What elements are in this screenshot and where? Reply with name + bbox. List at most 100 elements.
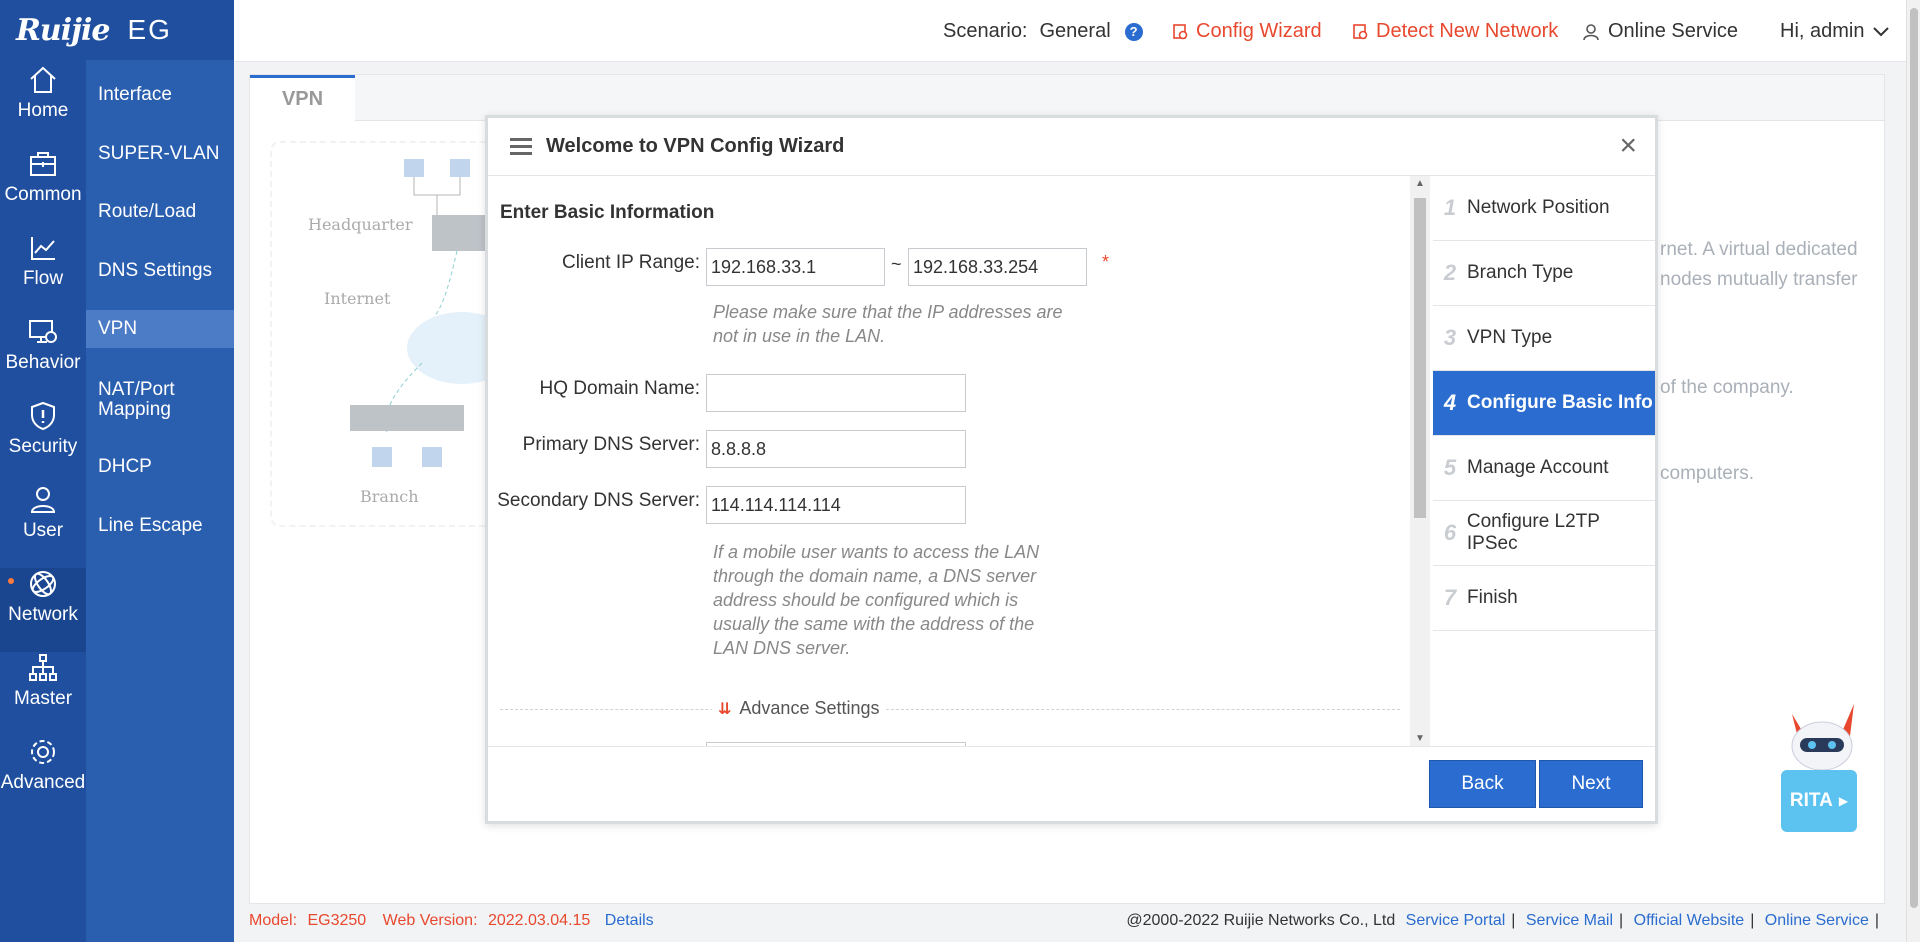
step-configure-basic-info[interactable]: 4 Configure Basic Info [1433, 371, 1655, 436]
top-bar: Scenario: General ? Config Wizard Detect… [234, 0, 1906, 62]
step-finish[interactable]: 7 Finish [1433, 566, 1655, 631]
subnav-item-nat-port-mapping[interactable]: NAT/Port Mapping [86, 378, 206, 422]
official-website-link[interactable]: Official Website [1634, 912, 1745, 929]
service-portal-link[interactable]: Service Portal [1406, 912, 1506, 929]
step-number: 5 [1443, 455, 1457, 480]
dialog-title: Welcome to VPN Config Wizard [546, 135, 845, 157]
bg-description-line: of the company. [1660, 377, 1794, 398]
help-icon[interactable]: ? [1124, 22, 1143, 41]
back-button[interactable]: Back [1429, 760, 1536, 808]
subnav-item-line-escape[interactable]: Line Escape [86, 507, 234, 545]
rail-item-master[interactable]: Master [0, 652, 86, 736]
hq-domain-name-input[interactable] [706, 374, 966, 412]
rail-label: Behavior [5, 352, 81, 373]
advance-settings-toggle[interactable]: ⇊ Advance Settings [500, 698, 1400, 722]
hq-domain-name-label: HQ Domain Name: [539, 378, 701, 399]
scroll-up-arrow-icon[interactable]: ▲ [1415, 178, 1425, 189]
details-link[interactable]: Details [605, 912, 654, 929]
product-name: EG [127, 14, 172, 45]
model-value: EG3250 [307, 912, 367, 929]
rail-label: Security [8, 436, 78, 457]
home-icon [30, 66, 56, 93]
step-label: Configure L2TP IPSec [1466, 511, 1600, 554]
hint-line: Please make sure that the IP addresses a… [713, 302, 1063, 322]
dns-hint: If a mobile user wants to access the LAN… [713, 540, 1039, 660]
robot-mascot-icon [1791, 704, 1854, 771]
rail-label: User [22, 520, 64, 541]
diagram-label-headquarter: Headquarter [308, 215, 413, 234]
online-service-link[interactable]: Online Service [1582, 20, 1738, 43]
diagram-label-branch: Branch [360, 487, 419, 506]
step-number: 1 [1443, 195, 1457, 220]
subnav-item-dns-settings[interactable]: DNS Settings [86, 252, 234, 290]
rail-item-behavior[interactable]: Behavior [0, 316, 86, 400]
model-label: Model: [249, 912, 298, 929]
step-label: Manage Account [1467, 457, 1609, 478]
rail-item-common[interactable]: Common [0, 148, 86, 232]
monitor-gear-icon [29, 320, 57, 343]
step-number: 6 [1443, 520, 1457, 545]
client-ip-start-input[interactable] [706, 248, 885, 286]
menu-icon [510, 134, 532, 159]
config-wizard-link[interactable]: Config Wizard [1172, 20, 1322, 43]
tab-vpn[interactable]: VPN [250, 75, 355, 121]
rail-item-flow[interactable]: Flow [0, 232, 86, 316]
subnav-item-vpn[interactable]: VPN [86, 310, 234, 348]
client-ip-range-label: Client IP Range: [561, 252, 700, 273]
secondary-dns-input[interactable] [706, 486, 966, 524]
vpn-config-wizard-dialog: Welcome to VPN Config Wizard × Enter Bas… [485, 115, 1658, 824]
subnav-item-dhcp[interactable]: DHCP [86, 448, 234, 486]
rail-label: Flow [22, 268, 64, 289]
double-chevron-down-icon: ⇊ [718, 700, 732, 718]
step-manage-account[interactable]: 5 Manage Account [1433, 436, 1655, 501]
step-label: VPN Type [1467, 327, 1553, 348]
service-mail-link[interactable]: Service Mail [1526, 912, 1613, 929]
scroll-down-arrow-icon[interactable]: ▼ [1415, 733, 1425, 744]
online-service-footer-link[interactable]: Online Service [1765, 912, 1869, 929]
user-menu[interactable]: Hi, admin [1780, 20, 1890, 43]
scenario-selector[interactable]: Scenario: General ? [943, 20, 1143, 43]
primary-dns-input[interactable] [706, 430, 966, 468]
subnav-item-interface[interactable]: Interface [86, 76, 234, 114]
close-icon[interactable]: × [1619, 131, 1637, 161]
hint-line: LAN DNS server. [713, 638, 851, 658]
rail-item-network[interactable]: Network [0, 568, 86, 652]
hint-line: usually the same with the address of the [713, 614, 1035, 634]
chevron-right-icon: ▶ [1838, 794, 1849, 808]
rail-item-home[interactable]: Home [0, 64, 86, 148]
step-vpn-type[interactable]: 3 VPN Type [1433, 306, 1655, 371]
rita-assistant[interactable]: RITA ▶ [1778, 694, 1862, 834]
step-configure-l2tp-ipsec[interactable]: 6 Configure L2TP IPSec [1433, 501, 1655, 566]
form-scrollbar[interactable]: ▲ ▼ [1410, 176, 1430, 746]
brand-logo: Ruijie [16, 12, 110, 48]
subnav-item-super-vlan[interactable]: SUPER-VLAN [86, 135, 234, 173]
step-network-position[interactable]: 1 Network Position [1433, 176, 1655, 241]
scenario-label: Scenario: [943, 20, 1028, 42]
topology-graphic [350, 159, 498, 467]
bg-description-line: nodes mutually transfer [1660, 269, 1858, 290]
headset-user-icon [1583, 23, 1599, 40]
rail-label: Home [17, 100, 69, 121]
scrollbar-thumb[interactable] [1910, 8, 1918, 908]
required-mark: * [1102, 252, 1110, 272]
shield-icon [31, 401, 55, 431]
gear-icon [31, 740, 55, 764]
detect-new-network-link[interactable]: Detect New Network [1352, 20, 1558, 43]
hint-line: not in use in the LAN. [713, 326, 886, 346]
rail-item-advanced[interactable]: Advanced [0, 736, 86, 820]
page-scrollbar[interactable] [1906, 0, 1920, 942]
rail-label: Advanced [0, 772, 86, 793]
next-button[interactable]: Next [1539, 760, 1643, 808]
web-version-label: Web Version: [382, 912, 478, 929]
client-ip-end-input[interactable] [908, 248, 1087, 286]
step-branch-type[interactable]: 2 Branch Type [1433, 241, 1655, 306]
toolbox-icon [30, 152, 56, 176]
subnav-item-route-load[interactable]: Route/Load [86, 193, 234, 231]
bg-description-line: computers. [1660, 463, 1754, 484]
rail-item-user[interactable]: User [0, 484, 86, 568]
rail-item-security[interactable]: Security [0, 400, 86, 484]
copyright: @2000-2022 Ruijie Networks Co., Ltd [1126, 912, 1396, 929]
step-number: 4 [1443, 390, 1457, 415]
diagram-label-internet: Internet [324, 289, 391, 308]
scrollbar-thumb[interactable] [1414, 198, 1426, 518]
